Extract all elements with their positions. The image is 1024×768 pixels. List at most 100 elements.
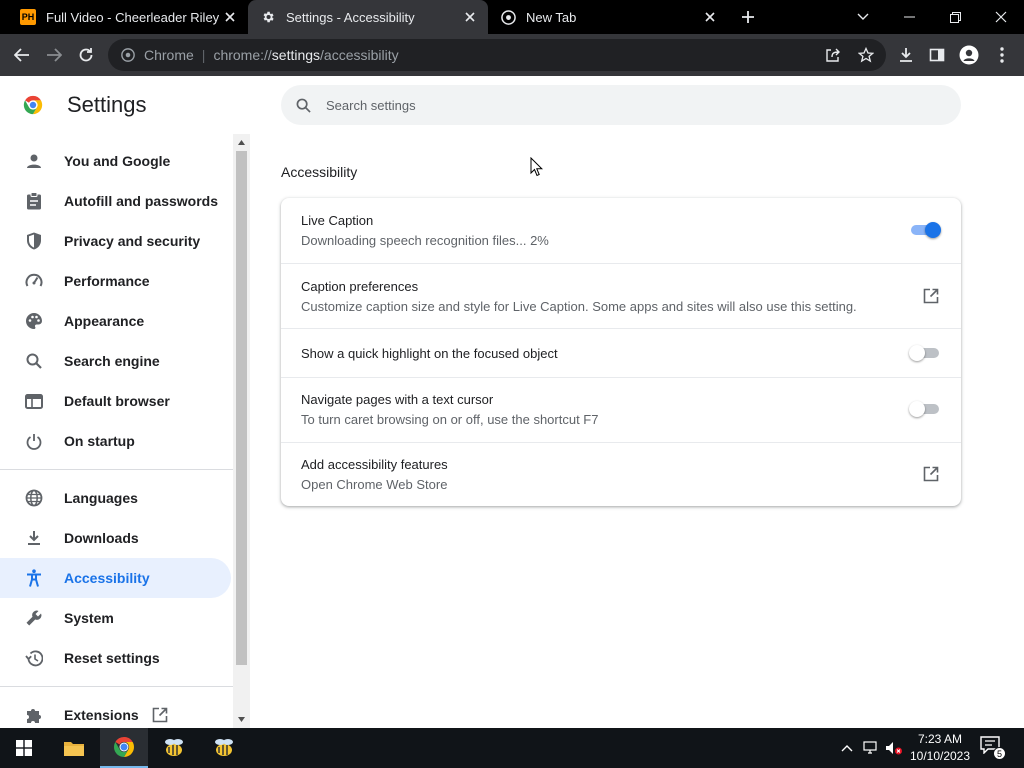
chrome-logo-icon [23, 95, 43, 115]
scroll-down-arrow-icon[interactable] [233, 711, 250, 728]
tab-strip: PH Full Video - Cheerleader Riley Re Set… [0, 0, 1024, 34]
sidebar-item-label: System [64, 610, 114, 626]
side-panel-button[interactable] [922, 40, 952, 70]
caret-browsing-row[interactable]: Navigate pages with a text cursor To tur… [281, 377, 961, 442]
sidebar-item-search-engine[interactable]: Search engine [0, 341, 231, 381]
scrollbar-thumb[interactable] [236, 151, 247, 665]
live-caption-toggle[interactable] [909, 222, 941, 238]
star-icon [858, 47, 874, 63]
arrow-left-icon [14, 48, 29, 62]
external-link-icon[interactable] [921, 464, 941, 484]
forward-button[interactable] [39, 40, 69, 70]
back-button[interactable] [7, 40, 37, 70]
page-title: Settings [67, 92, 147, 117]
close-icon[interactable] [700, 7, 720, 27]
row-label: Caption preferences [301, 279, 419, 294]
chrome-logo-icon [114, 737, 134, 757]
sidebar-item-performance[interactable]: Performance [0, 261, 231, 301]
section-title: Accessibility [281, 164, 358, 180]
bee-app-icon [165, 739, 183, 756]
sidebar-item-label: Search engine [64, 353, 160, 369]
tray-overflow-button[interactable] [838, 740, 856, 756]
sidebar-item-system[interactable]: System [0, 598, 231, 638]
share-button[interactable] [820, 42, 846, 68]
notification-count-badge: 5 [993, 747, 1006, 760]
search-input[interactable] [326, 97, 926, 113]
windows-taskbar: 7:23 AM 10/10/2023 5 [0, 728, 1024, 768]
volume-tray-button[interactable] [885, 740, 903, 756]
puzzle-icon [24, 705, 44, 725]
menu-button[interactable] [987, 40, 1017, 70]
bee-app-icon [215, 739, 233, 756]
reload-button[interactable] [71, 40, 101, 70]
row-label: Show a quick highlight on the focused ob… [301, 346, 558, 361]
sidebar-item-label: Languages [64, 490, 138, 506]
downloads-button[interactable] [891, 40, 921, 70]
scroll-up-arrow-icon[interactable] [233, 134, 250, 151]
plus-icon [742, 11, 754, 23]
sidebar-item-label: Accessibility [64, 570, 150, 586]
app-taskbar-button[interactable] [150, 728, 198, 768]
sidebar-item-privacy[interactable]: Privacy and security [0, 221, 231, 261]
tab-full-video[interactable]: PH Full Video - Cheerleader Riley Re [8, 0, 248, 34]
sidebar-scrollbar[interactable] [233, 134, 250, 728]
tab-title: Settings - Accessibility [286, 9, 415, 25]
sidebar-item-appearance[interactable]: Appearance [0, 301, 231, 341]
sidebar-item-autofill[interactable]: Autofill and passwords [0, 181, 231, 221]
external-link-icon[interactable] [921, 286, 941, 306]
live-caption-row[interactable]: Live Caption Downloading speech recognit… [281, 198, 961, 263]
sidebar-item-you-and-google[interactable]: You and Google [0, 141, 231, 181]
close-icon[interactable] [220, 7, 240, 27]
tab-settings-accessibility[interactable]: Settings - Accessibility [248, 0, 488, 34]
minimize-icon [903, 16, 915, 18]
avatar-icon [959, 45, 979, 65]
clock-date: 10/10/2023 [909, 749, 971, 763]
address-bar[interactable]: Chrome | chrome://settings/accessibility [108, 39, 886, 71]
focus-highlight-toggle[interactable] [909, 345, 941, 361]
sidebar-item-reset-settings[interactable]: Reset settings [0, 638, 231, 678]
omnibox-separator: | [201, 47, 206, 63]
tab-search-button[interactable] [840, 0, 886, 34]
globe-icon [24, 488, 44, 508]
settings-sidebar: You and Google Autofill and passwords Pr… [0, 138, 233, 728]
row-sublabel: Downloading speech recognition files... … [301, 233, 549, 248]
close-icon[interactable] [460, 7, 480, 27]
new-tab-button[interactable] [736, 5, 760, 29]
notification-center-button[interactable]: 5 [980, 736, 1006, 760]
sidebar-item-downloads[interactable]: Downloads [0, 518, 231, 558]
url-host: settings [271, 47, 321, 63]
start-button[interactable] [0, 728, 48, 768]
app-taskbar-button[interactable] [200, 728, 248, 768]
tab-title: Full Video - Cheerleader Riley Re [46, 9, 220, 25]
row-sublabel: To turn caret browsing on or off, use th… [301, 412, 599, 427]
focus-highlight-row[interactable]: Show a quick highlight on the focused ob… [281, 328, 961, 377]
search-icon [293, 95, 313, 115]
caption-preferences-row[interactable]: Caption preferences Customize caption si… [281, 263, 961, 328]
profile-button[interactable] [954, 40, 984, 70]
gauge-icon [24, 271, 44, 291]
sidebar-item-default-browser[interactable]: Default browser [0, 381, 231, 421]
caret-browsing-toggle[interactable] [909, 401, 941, 417]
network-tray-button[interactable] [862, 740, 880, 756]
bookmark-button[interactable] [853, 42, 879, 68]
restore-button[interactable] [932, 0, 978, 34]
row-label: Live Caption [301, 213, 374, 228]
sidebar-item-accessibility[interactable]: Accessibility [0, 558, 231, 598]
sidebar-item-extensions[interactable]: Extensions [0, 695, 231, 728]
chrome-taskbar-button[interactable] [100, 728, 148, 768]
file-explorer-button[interactable] [50, 728, 98, 768]
accessibility-settings-card: Live Caption Downloading speech recognit… [281, 198, 961, 506]
clipboard-icon [24, 191, 44, 211]
external-link-icon [151, 706, 169, 724]
add-accessibility-features-row[interactable]: Add accessibility features Open Chrome W… [281, 442, 961, 506]
close-window-button[interactable] [978, 0, 1024, 34]
sidebar-item-label: Privacy and security [64, 233, 201, 249]
settings-search-box[interactable] [281, 85, 961, 125]
tab-new-tab[interactable]: New Tab [488, 0, 728, 34]
tab-title: New Tab [526, 9, 577, 25]
minimize-button[interactable] [886, 0, 932, 34]
taskbar-clock[interactable]: 7:23 AM 10/10/2023 [905, 731, 975, 765]
sidebar-item-label: Performance [64, 273, 150, 289]
sidebar-item-languages[interactable]: Languages [0, 478, 231, 518]
sidebar-item-on-startup[interactable]: On startup [0, 421, 231, 461]
